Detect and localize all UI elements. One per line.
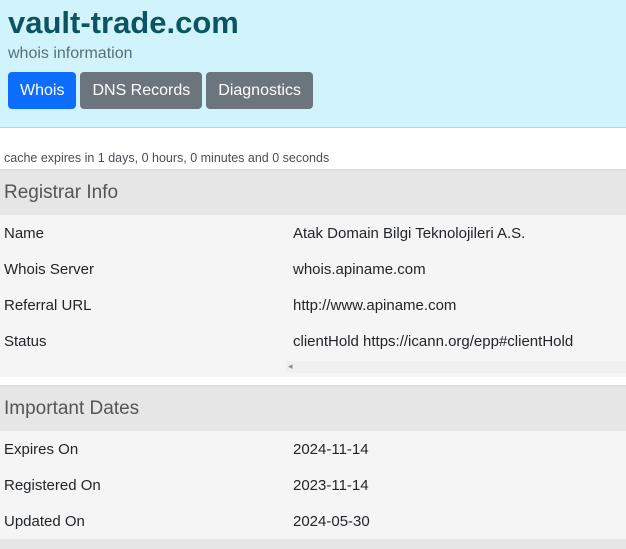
row-value: 2024-11-14 — [293, 440, 369, 458]
table-row: Updated On 2024-05-30 — [0, 503, 626, 539]
row-key: Whois Server — [4, 260, 95, 278]
row-value: http://www.apiname.com — [293, 296, 457, 314]
row-value: clientHold https://icann.org/epp#clientH… — [293, 332, 574, 350]
tab-whois[interactable]: Whois — [8, 72, 77, 109]
horizontal-scrollbar[interactable]: ◂ — [0, 359, 626, 377]
row-key: Registered On — [4, 476, 101, 494]
row-value: whois.apiname.com — [293, 260, 426, 278]
page-subtitle: whois information — [8, 45, 133, 62]
table-row: Status clientHold https://icann.org/epp#… — [0, 323, 626, 359]
scrollbar-track[interactable] — [286, 361, 626, 373]
page-header: vault-trade.com whois information Whois … — [0, 0, 626, 128]
row-key: Expires On — [4, 440, 79, 458]
row-key: Referral URL — [4, 296, 92, 314]
table-row: Whois Server whois.apiname.com — [0, 251, 626, 287]
cache-note: cache expires in 1 days, 0 hours, 0 minu… — [4, 151, 330, 165]
row-value: Atak Domain Bilgi Teknolojileri A.S. — [293, 224, 526, 242]
domain-title: vault-trade.com — [8, 5, 239, 40]
table-row: Expires On 2024-11-14 — [0, 431, 626, 467]
registrar-info-heading: Registrar Info — [0, 169, 626, 215]
important-dates-heading: Important Dates — [0, 385, 626, 431]
tab-bar: Whois DNS Records Diagnostics — [8, 72, 618, 109]
row-value: 2023-11-14 — [293, 476, 369, 494]
row-key: Updated On — [4, 512, 85, 530]
table-row: Registered On 2023-11-14 — [0, 467, 626, 503]
row-key: Name — [4, 224, 45, 242]
chevron-left-icon[interactable]: ◂ — [288, 361, 293, 372]
row-key: Status — [4, 332, 47, 350]
table-row: Referral URL http://www.apiname.com — [0, 287, 626, 323]
registrar-info-table: Name Atak Domain Bilgi Teknolojileri A.S… — [0, 215, 626, 377]
table-row: Name Atak Domain Bilgi Teknolojileri A.S… — [0, 215, 626, 251]
row-value: 2024-05-30 — [293, 512, 370, 530]
tab-diagnostics[interactable]: Diagnostics — [206, 72, 313, 109]
tab-dns-records[interactable]: DNS Records — [80, 72, 203, 109]
important-dates-table: Expires On 2024-11-14 Registered On 2023… — [0, 431, 626, 539]
